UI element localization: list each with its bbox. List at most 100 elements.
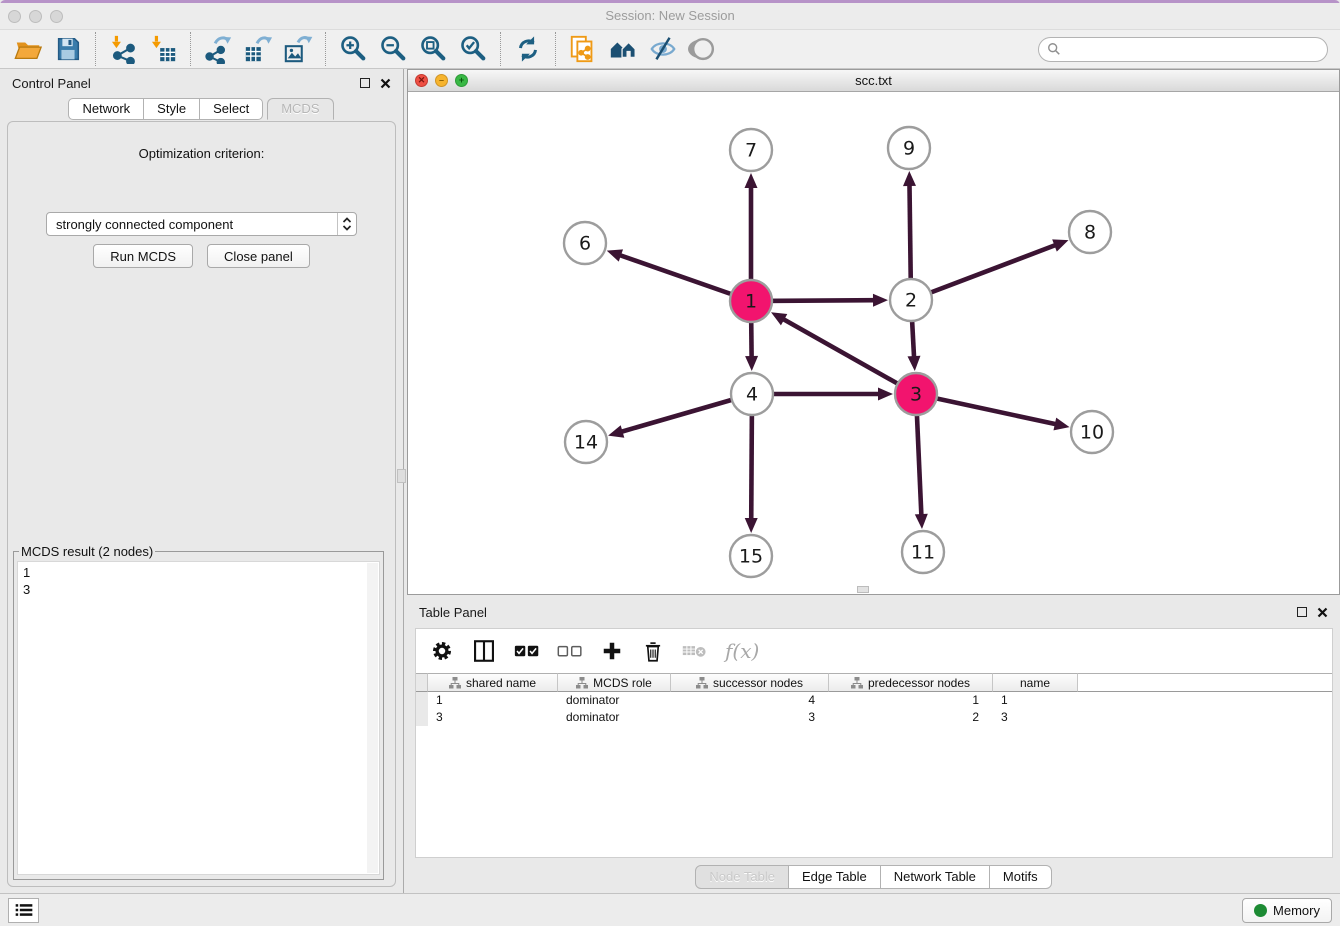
node-1[interactable]: 1 [730, 280, 772, 322]
memory-button[interactable]: Memory [1242, 898, 1332, 923]
table-panel: Table Panel f(x) shared nameMCDS rolesuc… [407, 598, 1340, 896]
svg-text:6: 6 [579, 233, 591, 255]
float-panel-icon[interactable] [360, 78, 370, 88]
close-table-panel-icon[interactable] [1317, 607, 1328, 618]
houses-icon[interactable] [603, 32, 643, 66]
export-network-icon[interactable] [198, 32, 238, 66]
zoom-selected-icon[interactable] [453, 32, 493, 66]
tab-node-table[interactable]: Node Table [695, 865, 789, 889]
vertical-splitter-handle[interactable] [397, 469, 406, 483]
result-scrollbar[interactable] [367, 563, 378, 873]
column-header-mcds-role[interactable]: MCDS role [558, 673, 671, 692]
table-row[interactable]: 3dominator323 [416, 709, 1332, 726]
run-mcds-button[interactable]: Run MCDS [93, 244, 193, 268]
node-4[interactable]: 4 [731, 373, 773, 415]
tab-style[interactable]: Style [143, 98, 200, 120]
column-header-predecessor-nodes[interactable]: predecessor nodes [829, 673, 993, 692]
node-11[interactable]: 11 [902, 531, 944, 573]
zoom-out-icon[interactable] [373, 32, 413, 66]
node-table: shared nameMCDS rolesuccessor nodesprede… [416, 673, 1332, 726]
memory-status-icon [1254, 904, 1267, 917]
list-icon [14, 901, 34, 919]
node-6[interactable]: 6 [564, 222, 606, 264]
table-cell: 1 [993, 692, 1078, 709]
mcds-result-text[interactable]: 13 [17, 561, 380, 875]
gear-icon[interactable] [430, 639, 454, 663]
close-panel-button[interactable]: Close panel [207, 244, 310, 268]
column-header-shared-name[interactable]: shared name [428, 673, 558, 692]
tab-motifs[interactable]: Motifs [989, 865, 1052, 889]
add-icon[interactable] [600, 639, 624, 663]
svg-text:8: 8 [1084, 222, 1096, 244]
network-window-titlebar[interactable]: ✕ – + scc.txt [408, 70, 1339, 92]
tab-mcds[interactable]: MCDS [267, 98, 333, 120]
memory-button-label: Memory [1273, 903, 1320, 918]
split-panel-icon[interactable] [471, 638, 497, 664]
network-window-title: scc.txt [408, 70, 1339, 92]
svg-text:14: 14 [574, 432, 598, 454]
search-input[interactable] [1067, 42, 1319, 57]
node-14[interactable]: 14 [565, 421, 607, 463]
mcds-result-title: MCDS result (2 nodes) [19, 544, 155, 559]
open-folder-icon[interactable] [8, 32, 48, 66]
zoom-fit-icon[interactable] [413, 32, 453, 66]
network-canvas[interactable]: 7 9 6 8 1 2 4 3 14 10 15 11 [408, 92, 1339, 594]
horizontal-splitter-handle[interactable] [857, 586, 869, 593]
table-row[interactable]: 1dominator411 [416, 692, 1332, 709]
delete-column-icon[interactable] [682, 642, 708, 660]
float-table-panel-icon[interactable] [1297, 607, 1307, 617]
table-cell: 2 [829, 709, 993, 726]
eye-slash-icon[interactable] [643, 32, 683, 66]
import-network-icon[interactable] [103, 32, 143, 66]
criterion-selected-value: strongly connected component [47, 217, 337, 232]
node-2[interactable]: 2 [890, 279, 932, 321]
tab-select[interactable]: Select [199, 98, 263, 120]
search-box [1038, 37, 1328, 62]
mcds-result-line: 3 [23, 581, 365, 598]
tab-edge-table[interactable]: Edge Table [788, 865, 881, 889]
node-7[interactable]: 7 [730, 129, 772, 171]
deselect-all-icon[interactable] [557, 643, 583, 659]
select-all-icon[interactable] [514, 643, 540, 659]
edge-1-6[interactable] [607, 249, 751, 301]
column-header-name[interactable]: name [993, 673, 1078, 692]
export-table-icon[interactable] [238, 32, 278, 66]
svg-text:4: 4 [746, 384, 758, 406]
function-builder-icon[interactable]: f(x) [725, 639, 759, 663]
edge-3-10[interactable] [916, 394, 1070, 430]
node-10[interactable]: 10 [1071, 411, 1113, 453]
eye-icon[interactable] [683, 32, 723, 66]
node-9[interactable]: 9 [888, 127, 930, 169]
export-image-icon[interactable] [278, 32, 318, 66]
edge-4-14[interactable] [608, 394, 752, 438]
tab-network[interactable]: Network [68, 98, 144, 120]
save-disk-icon[interactable] [48, 32, 88, 66]
control-panel-tabs: NetworkStyleSelectMCDS [0, 97, 403, 120]
edge-2-8[interactable] [911, 239, 1068, 300]
select-stepper-icon [337, 213, 356, 235]
tab-network-table[interactable]: Network Table [880, 865, 990, 889]
task-history-button[interactable] [8, 898, 39, 923]
trash-icon[interactable] [641, 638, 665, 664]
search-icon [1047, 42, 1061, 56]
mcds-result-box: MCDS result (2 nodes) 13 [13, 544, 384, 880]
hierarchy-icon [449, 677, 461, 689]
node-8[interactable]: 8 [1069, 211, 1111, 253]
copy-network-icon[interactable] [563, 32, 603, 66]
edge-3-1[interactable] [771, 312, 916, 394]
status-bar: Memory [0, 893, 1340, 926]
svg-text:10: 10 [1080, 422, 1104, 444]
zoom-in-icon[interactable] [333, 32, 373, 66]
table-cell: 3 [993, 709, 1078, 726]
column-header-successor-nodes[interactable]: successor nodes [671, 673, 829, 692]
control-panel-header: Control Panel [0, 69, 403, 97]
refresh-icon[interactable] [508, 32, 548, 66]
node-3[interactable]: 3 [895, 373, 937, 415]
import-table-icon[interactable] [143, 32, 183, 66]
hierarchy-icon [576, 677, 588, 689]
criterion-select[interactable]: strongly connected component [46, 212, 357, 236]
svg-text:7: 7 [745, 140, 757, 162]
toolbar-separator [500, 32, 501, 66]
close-panel-icon[interactable] [380, 78, 391, 89]
node-15[interactable]: 15 [730, 535, 772, 577]
